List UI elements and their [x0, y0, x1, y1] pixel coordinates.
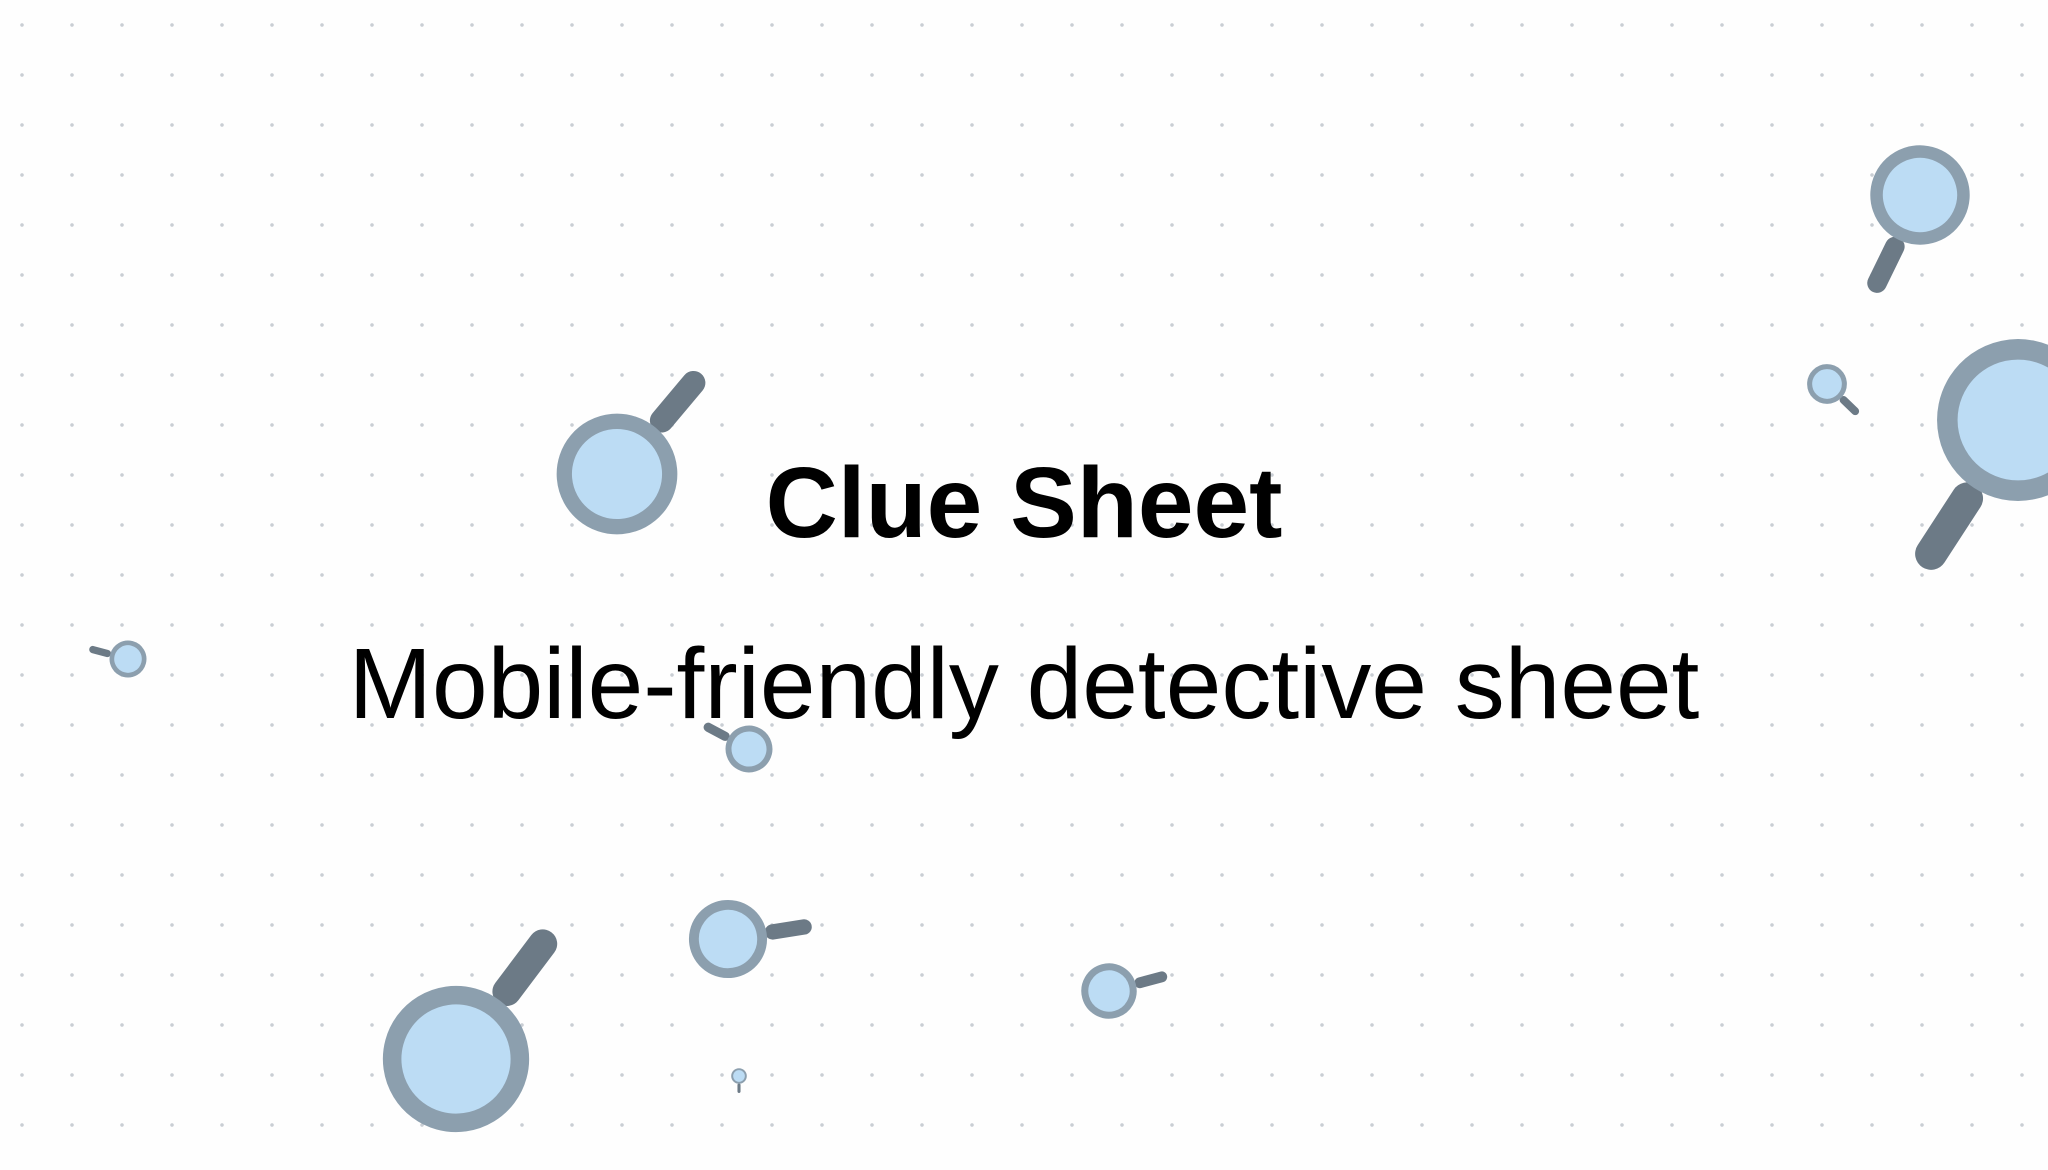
title-slide: Clue Sheet Mobile-friendly detective she…: [0, 0, 2048, 1170]
slide-subtitle: Mobile-friendly detective sheet: [348, 628, 1700, 740]
magnifying-glass-icon: [1802, 359, 1867, 423]
magnifying-glass-icon: [689, 893, 809, 978]
magnifying-glass-pattern: [0, 0, 2048, 1170]
magnifying-glass-icon: [1838, 137, 1978, 302]
magnifying-glass-icon: [367, 905, 594, 1148]
magnifying-glass-icon: [730, 1067, 748, 1093]
slide-title: Clue Sheet: [765, 447, 1283, 559]
magnifying-glass-icon: [1079, 954, 1168, 1021]
